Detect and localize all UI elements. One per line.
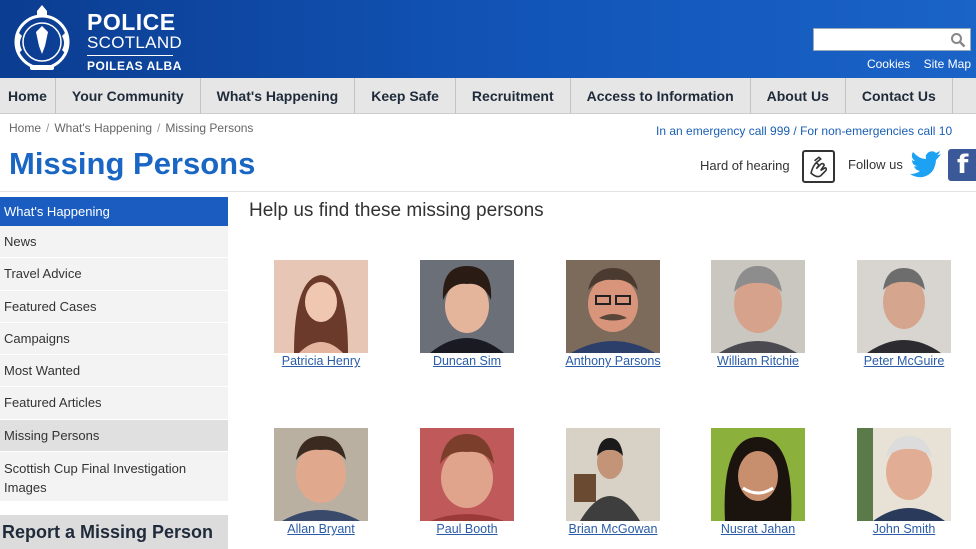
person-photo[interactable] xyxy=(420,260,514,353)
nav-whats-happening[interactable]: What's Happening xyxy=(201,78,356,114)
person-photo[interactable] xyxy=(711,428,805,521)
person-name-link[interactable]: Anthony Parsons xyxy=(553,354,673,368)
sign-language-icon[interactable] xyxy=(802,150,835,183)
person-photo[interactable] xyxy=(857,428,951,521)
person-name-link[interactable]: Duncan Sim xyxy=(407,354,527,368)
person-card: Anthony Parsons xyxy=(553,260,673,368)
sidebar-item-scottish-cup-images[interactable]: Scottish Cup Final Investigation Images xyxy=(0,452,228,503)
sidebar-item-featured-cases[interactable]: Featured Cases xyxy=(0,290,228,323)
person-photo[interactable] xyxy=(420,428,514,521)
person-photo[interactable] xyxy=(566,428,660,521)
nav-keep-safe[interactable]: Keep Safe xyxy=(355,78,456,114)
nav-home[interactable]: Home xyxy=(0,78,56,114)
nav-about-us[interactable]: About Us xyxy=(751,78,846,114)
person-photo[interactable] xyxy=(274,428,368,521)
person-card: Brian McGowan xyxy=(553,428,673,536)
page-title: Missing Persons xyxy=(9,146,256,181)
brand-line-gaelic: POILEAS ALBA xyxy=(87,59,182,73)
person-name-link[interactable]: Nusrat Jahan xyxy=(698,522,818,536)
brand-divider xyxy=(87,55,173,56)
follow-us-label: Follow us xyxy=(848,157,903,172)
person-card: Nusrat Jahan xyxy=(698,428,818,536)
breadcrumb-current: Missing Persons xyxy=(165,121,254,135)
search-box xyxy=(813,28,971,51)
person-card: Duncan Sim xyxy=(407,260,527,368)
main-nav: Home Your Community What's Happening Kee… xyxy=(0,78,976,114)
brand-line-scotland: SCOTLAND xyxy=(87,33,182,52)
header-divider xyxy=(0,191,976,192)
police-crest-logo[interactable] xyxy=(8,2,76,74)
utility-links: Cookies Site Map xyxy=(857,57,971,71)
nav-your-community[interactable]: Your Community xyxy=(56,78,201,114)
person-name-link[interactable]: Paul Booth xyxy=(407,522,527,536)
nav-contact-us[interactable]: Contact Us xyxy=(846,78,953,114)
brand-line-police: POLICE xyxy=(87,9,176,35)
site-header: POLICE SCOTLAND POILEAS ALBA Cookies Sit… xyxy=(0,0,976,78)
cookies-link[interactable]: Cookies xyxy=(867,57,910,71)
search-icon[interactable] xyxy=(950,32,966,48)
sidebar-item-featured-articles[interactable]: Featured Articles xyxy=(0,387,228,420)
breadcrumb-whats-happening[interactable]: What's Happening xyxy=(54,121,152,135)
sidebar-item-campaigns[interactable]: Campaigns xyxy=(0,322,228,356)
twitter-icon[interactable] xyxy=(908,150,942,180)
person-photo[interactable] xyxy=(711,260,805,353)
emergency-notice: In an emergency call 999 / For non-emerg… xyxy=(656,124,953,138)
breadcrumb-home[interactable]: Home xyxy=(9,121,41,135)
breadcrumb-separator: / xyxy=(46,121,50,135)
breadcrumb-separator: / xyxy=(157,121,161,135)
person-card: Patricia Henry xyxy=(261,260,381,368)
sidebar-item-news[interactable]: News xyxy=(0,226,228,259)
breadcrumb: Home / What's Happening / Missing Persons xyxy=(9,121,253,135)
sidebar-header[interactable]: What's Happening xyxy=(0,197,228,226)
person-photo[interactable] xyxy=(274,260,368,353)
brand-wordmark[interactable]: POLICE SCOTLAND POILEAS ALBA xyxy=(87,10,182,73)
nav-recruitment[interactable]: Recruitment xyxy=(456,78,571,114)
person-card: John Smith xyxy=(844,428,964,536)
nav-access-to-information[interactable]: Access to Information xyxy=(571,78,751,114)
person-name-link[interactable]: John Smith xyxy=(844,522,964,536)
sidebar-item-travel-advice[interactable]: Travel Advice xyxy=(0,258,228,291)
search-input[interactable] xyxy=(814,29,944,50)
facebook-icon[interactable]: f xyxy=(948,149,976,181)
section-heading: Help us find these missing persons xyxy=(249,200,544,221)
person-name-link[interactable]: Allan Bryant xyxy=(261,522,381,536)
person-card: Peter McGuire xyxy=(844,260,964,368)
person-name-link[interactable]: Peter McGuire xyxy=(844,354,964,368)
sidebar: What's Happening News Travel Advice Feat… xyxy=(0,197,228,503)
person-name-link[interactable]: William Ritchie xyxy=(698,354,818,368)
site-map-link[interactable]: Site Map xyxy=(924,57,971,71)
sidebar-item-most-wanted[interactable]: Most Wanted xyxy=(0,355,228,388)
person-name-link[interactable]: Brian McGowan xyxy=(553,522,673,536)
person-card: William Ritchie xyxy=(698,260,818,368)
person-card: Paul Booth xyxy=(407,428,527,536)
person-name-link[interactable]: Patricia Henry xyxy=(261,354,381,368)
person-photo[interactable] xyxy=(857,260,951,353)
hard-of-hearing-label[interactable]: Hard of hearing xyxy=(700,158,790,173)
sidebar-item-missing-persons[interactable]: Missing Persons xyxy=(0,419,228,453)
report-missing-person-button[interactable]: Report a Missing Person xyxy=(0,515,228,549)
person-photo[interactable] xyxy=(566,260,660,353)
person-card: Allan Bryant xyxy=(261,428,381,536)
